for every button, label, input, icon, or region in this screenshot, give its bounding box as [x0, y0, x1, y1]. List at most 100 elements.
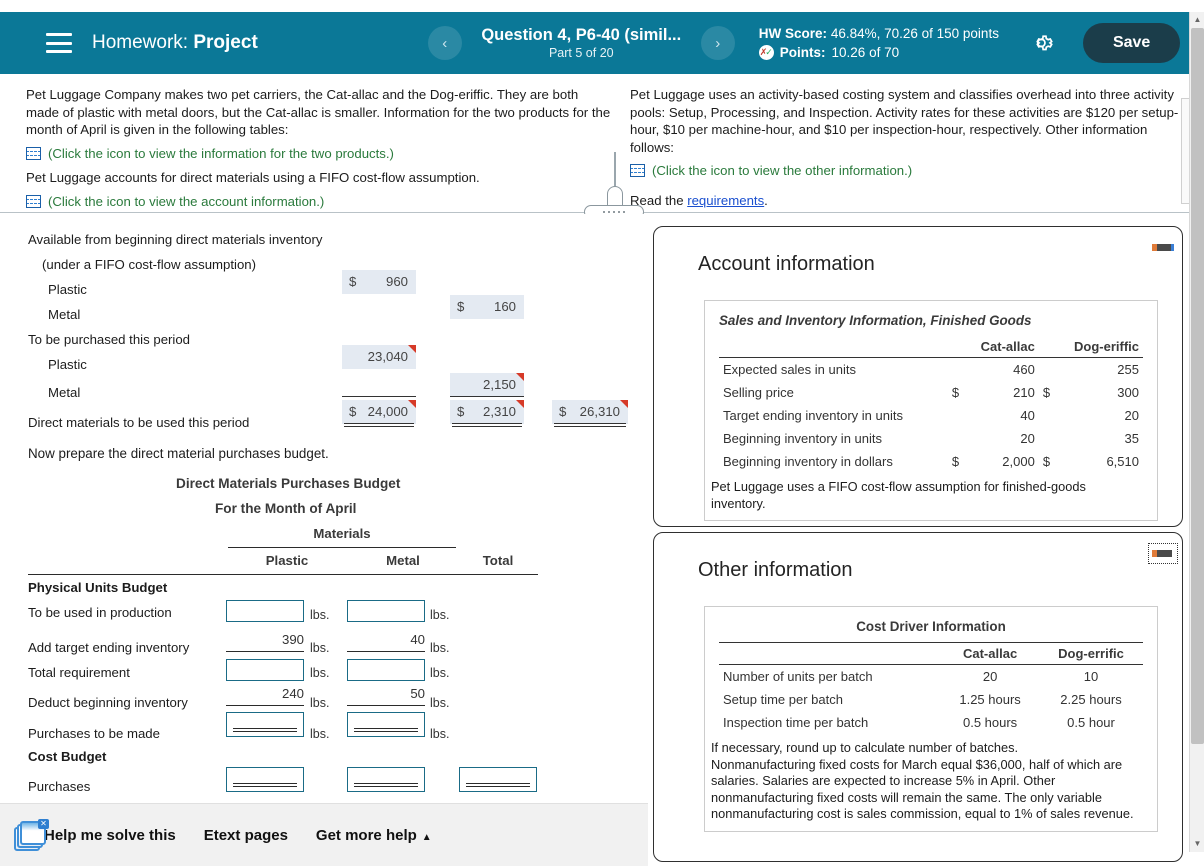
caret-up-icon: ▲	[421, 831, 432, 843]
cell-metal-purchased: 2,150	[450, 373, 524, 397]
row-label: Setup time per batch	[723, 692, 843, 707]
get-more-help-button[interactable]: Get more help ▲	[316, 827, 432, 844]
view-account-info-link[interactable]: (Click the icon to view the account info…	[26, 193, 612, 211]
other-information-panel: Other information Cost Driver Informatio…	[653, 532, 1183, 862]
input-metal-purchases-cost[interactable]	[347, 767, 425, 792]
cat-value: 40	[1020, 408, 1035, 423]
input-total-purchases-cost[interactable]	[459, 767, 537, 792]
cell-value: 960	[385, 274, 408, 289]
row-label: Beginning inventory in units	[723, 431, 882, 446]
question-title: Question 4, P6-40 (simil...	[481, 26, 682, 44]
save-button[interactable]: Save	[1082, 23, 1181, 63]
input-metal-to-be-used[interactable]	[347, 600, 425, 622]
subtotal-rule-metal	[450, 396, 524, 397]
cat-value: 210	[1013, 385, 1035, 400]
view-other-info-link[interactable]: (Click the icon to view the other inform…	[630, 162, 1182, 180]
unit-label-lbs: lbs.	[430, 608, 450, 622]
total-rule-grand	[554, 423, 626, 427]
help-me-solve-this-button[interactable]: Help me solve this	[44, 827, 176, 844]
blank-header	[719, 336, 948, 358]
problem-left-paragraph-2: Pet Luggage accounts for direct material…	[26, 170, 480, 185]
account-footnote: Pet Luggage uses a FIFO cost-flow assump…	[711, 479, 1086, 511]
hw-score-label: HW Score:	[758, 26, 828, 41]
row-label: Expected sales in units	[723, 362, 856, 377]
unit-label-lbs: lbs.	[430, 666, 450, 680]
cat-value: 20	[1020, 431, 1035, 446]
table-row: Expected sales in units 460 255	[719, 358, 1143, 382]
row-label: Target ending inventory in units	[723, 408, 903, 423]
total-rule-plastic	[344, 423, 414, 427]
unit-label-lbs: lbs.	[310, 608, 330, 622]
column-header-metal: Metal	[386, 553, 420, 568]
requirements-link[interactable]: requirements	[687, 193, 764, 208]
unit-label-lbs: lbs.	[430, 641, 450, 655]
row-label-deduct-beginning: Deduct beginning inventory	[28, 695, 188, 710]
main-scrollbar[interactable]: ▲ ▼	[1189, 12, 1204, 852]
input-metal-purchases-made[interactable]	[347, 712, 425, 737]
subtotal-rule-plastic	[342, 396, 416, 397]
minimize-icon[interactable]	[1148, 543, 1178, 564]
cat-value: 460	[1013, 362, 1035, 377]
question-part: Part 5 of 20	[548, 46, 614, 60]
homework-name: Project	[193, 32, 258, 53]
underline-metal	[347, 651, 425, 652]
cell-value: 2,150	[482, 377, 516, 392]
table-grid-icon	[26, 194, 41, 208]
scroll-up-arrow[interactable]: ▲	[1190, 12, 1204, 28]
cat-value: 2,000	[1002, 454, 1035, 469]
budget-subtitle: For the Month of April	[215, 501, 357, 516]
problem-right-paragraph-1: Pet Luggage uses an activity-based costi…	[630, 87, 1179, 155]
homework-title: Homework: Project	[92, 32, 258, 54]
cat-currency-header	[947, 336, 964, 358]
dog-value: 255	[1117, 362, 1139, 377]
view-products-info-link[interactable]: (Click the icon to view the information …	[26, 145, 612, 163]
cell-grand-total: $ 26,310	[552, 400, 628, 424]
value-metal-beginning-inv: 50	[410, 686, 425, 701]
ws-label-3: Metal	[48, 307, 81, 322]
account-table-title: Sales and Inventory Information, Finishe…	[719, 313, 1032, 328]
table-row: Selling price $ 210 $ 300	[719, 381, 1143, 404]
input-metal-total-requirement[interactable]	[347, 659, 425, 681]
value-plastic-target-ending: 390	[281, 632, 304, 647]
input-plastic-purchases-made[interactable]	[226, 712, 304, 737]
table-row: Target ending inventory in units 40 20	[719, 404, 1143, 427]
budget-title: Direct Materials Purchases Budget	[176, 476, 401, 491]
problem-statement-area: Pet Luggage Company makes two pet carrie…	[0, 74, 1189, 282]
cat-currency	[948, 358, 963, 382]
row-label-add-target-ending: Add target ending inventory	[28, 640, 190, 655]
dog-currency	[1039, 358, 1054, 382]
scroll-down-arrow[interactable]: ▼	[1190, 836, 1204, 852]
problem-left-paragraph-1: Pet Luggage Company makes two pet carrie…	[26, 87, 611, 137]
hamburger-icon[interactable]	[46, 33, 72, 53]
column-header-cat-allac: Cat-allac	[963, 336, 1039, 358]
section-cost-budget: Cost Budget	[28, 749, 107, 764]
double-rule-plastic	[233, 728, 297, 732]
ws-label-7: Direct materials to be used this period	[28, 415, 250, 430]
unit-label-lbs: lbs.	[430, 727, 450, 741]
minimize-icon[interactable]	[1152, 241, 1174, 254]
ws-label-5: Plastic	[48, 357, 87, 372]
gear-icon[interactable]	[1031, 30, 1057, 56]
input-plastic-purchases-cost[interactable]	[226, 767, 304, 792]
unit-label-lbs: lbs.	[310, 641, 330, 655]
etext-pages-button[interactable]: Etext pages	[204, 827, 288, 844]
column-header-dog-errific: Dog-errific	[1039, 642, 1143, 665]
stacked-windows-icon[interactable]: ✕	[14, 819, 50, 851]
view-other-info-label: (Click the icon to view the other inform…	[652, 163, 913, 178]
close-icon[interactable]: ✕	[38, 819, 49, 829]
input-plastic-total-requirement[interactable]	[226, 659, 304, 681]
worksheet-inner: Available from beginning direct material…	[0, 214, 648, 794]
next-question-button[interactable]: ›	[700, 26, 735, 60]
scrollbar-thumb[interactable]	[1191, 28, 1204, 744]
ws-label-6: Metal	[48, 385, 81, 400]
cost-driver-table: Cat-allac Dog-errific Number of units pe…	[719, 642, 1143, 734]
hw-score-value: 46.84%, 70.26 of 150 points	[830, 26, 999, 41]
cell-plastic-total: $ 24,000	[342, 400, 416, 424]
ws-label-0: Available from beginning direct material…	[28, 232, 323, 247]
table-row: Beginning inventory in dollars $ 2,000 $…	[719, 450, 1143, 473]
row-label-total-requirement: Total requirement	[28, 665, 130, 680]
table-row: Number of units per batch 20 10	[719, 665, 1143, 689]
input-plastic-to-be-used[interactable]	[226, 600, 304, 622]
cat-currency: $	[951, 454, 960, 469]
prev-question-button[interactable]: ‹	[427, 26, 462, 60]
